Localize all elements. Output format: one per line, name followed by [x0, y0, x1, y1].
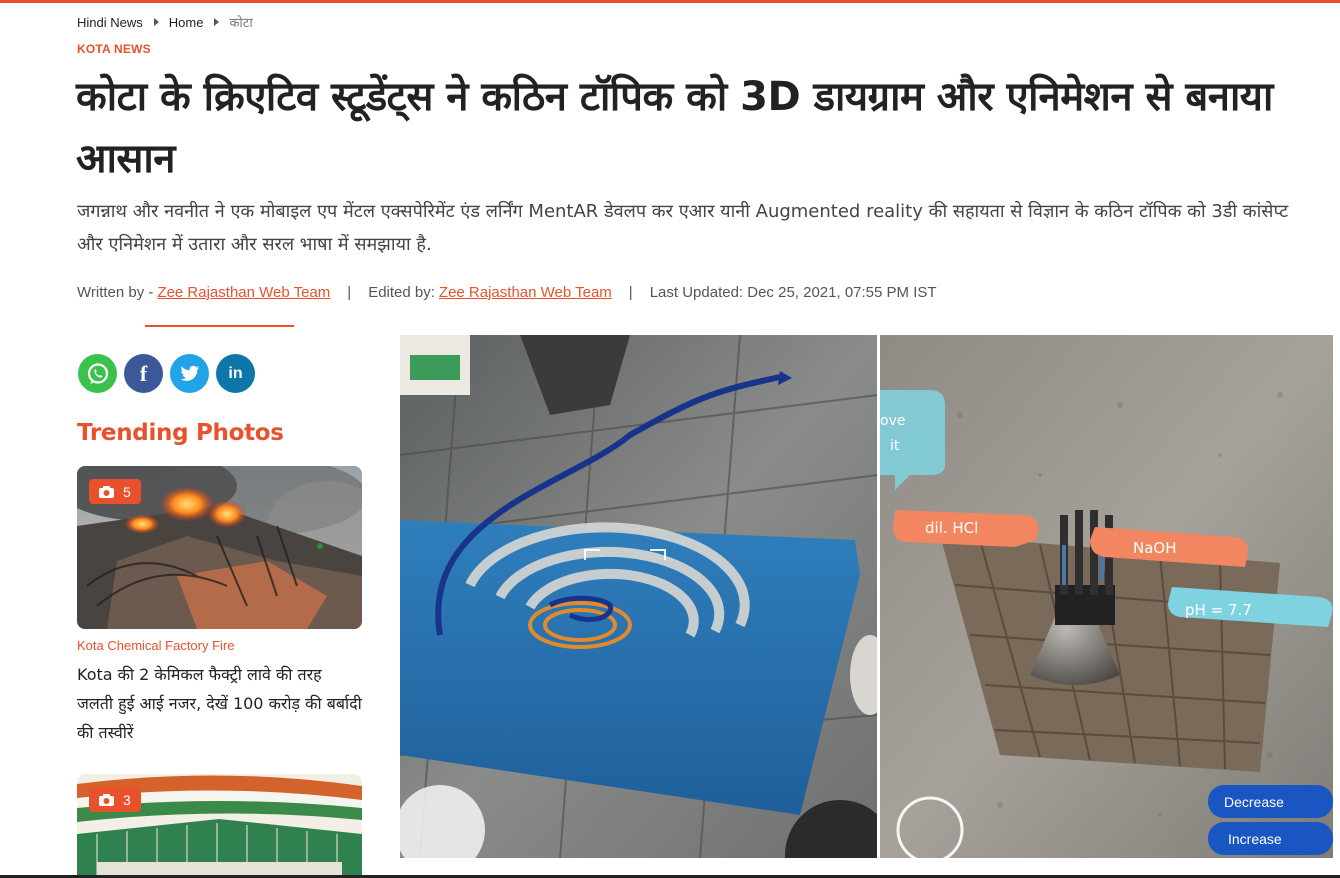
caret-right-icon [214, 18, 220, 26]
hcl-label: dil. HCl [925, 519, 978, 537]
section-divider [145, 325, 294, 327]
move-tip-label: ove [880, 413, 905, 429]
trending-card-image[interactable]: 5 [77, 466, 362, 629]
linkedin-icon[interactable]: in [216, 354, 255, 393]
ph-label: pH = 7.7 [1185, 601, 1252, 619]
edited-by-label: Edited by: [368, 284, 435, 301]
photo-count-badge: 3 [89, 787, 141, 812]
breadcrumb-hindi-news[interactable]: Hindi News [77, 15, 143, 30]
article-headline: कोटा के क्रिएटिव स्टूडेंट्स ने कठिन टॉपि… [76, 74, 1273, 182]
byline: Written by - Zee Rajasthan Web Team | Ed… [77, 284, 937, 301]
photo-count: 5 [123, 483, 131, 500]
trending-card-title[interactable]: Kota की 2 केमिकल फैक्ट्री लावे की तरह जल… [77, 660, 362, 747]
naoh-label: NaOH [1133, 539, 1177, 557]
trending-card-category[interactable]: Kota Chemical Factory Fire [77, 638, 235, 653]
author-link[interactable]: Zee Rajasthan Web Team [157, 284, 330, 301]
twitter-icon[interactable] [170, 354, 209, 393]
photo-count-badge: 5 [89, 479, 141, 504]
facebook-icon[interactable]: f [124, 354, 163, 393]
trending-card-image[interactable]: 3 [77, 774, 362, 878]
breadcrumb-home[interactable]: Home [169, 15, 204, 30]
decrease-button[interactable]: Decrease [1208, 785, 1333, 818]
trending-photos-heading: Trending Photos [77, 420, 284, 446]
camera-icon [99, 485, 114, 498]
caret-right-icon [153, 18, 159, 26]
camera-icon [99, 793, 114, 806]
decrease-label: Decrease [1224, 794, 1284, 810]
article-hero-image: ove it dil. HCl NaOH pH = 7.7 Decrease I… [400, 335, 1333, 858]
breadcrumb: Hindi News Home कोटा [77, 13, 253, 31]
move-tip-label: it [890, 438, 900, 454]
increase-button[interactable]: Increase [1208, 822, 1333, 855]
written-by-label: Written by - [77, 284, 154, 301]
breadcrumb-current: कोटा [229, 15, 253, 30]
article-summary: जगन्नाथ और नवनीत ने एक मोबाइल एप मेंटल ए… [77, 201, 1289, 255]
top-accent-line [0, 0, 1340, 3]
section-tag[interactable]: KOTA NEWS [77, 42, 151, 56]
photo-count: 3 [123, 791, 131, 808]
last-updated: Last Updated: Dec 25, 2021, 07:55 PM IST [649, 284, 937, 301]
share-bar: f in [78, 354, 255, 393]
whatsapp-icon[interactable] [78, 354, 117, 393]
byline-separator: | [628, 284, 633, 301]
byline-separator: | [347, 284, 352, 301]
increase-label: Increase [1228, 831, 1282, 847]
editor-link[interactable]: Zee Rajasthan Web Team [439, 284, 612, 301]
